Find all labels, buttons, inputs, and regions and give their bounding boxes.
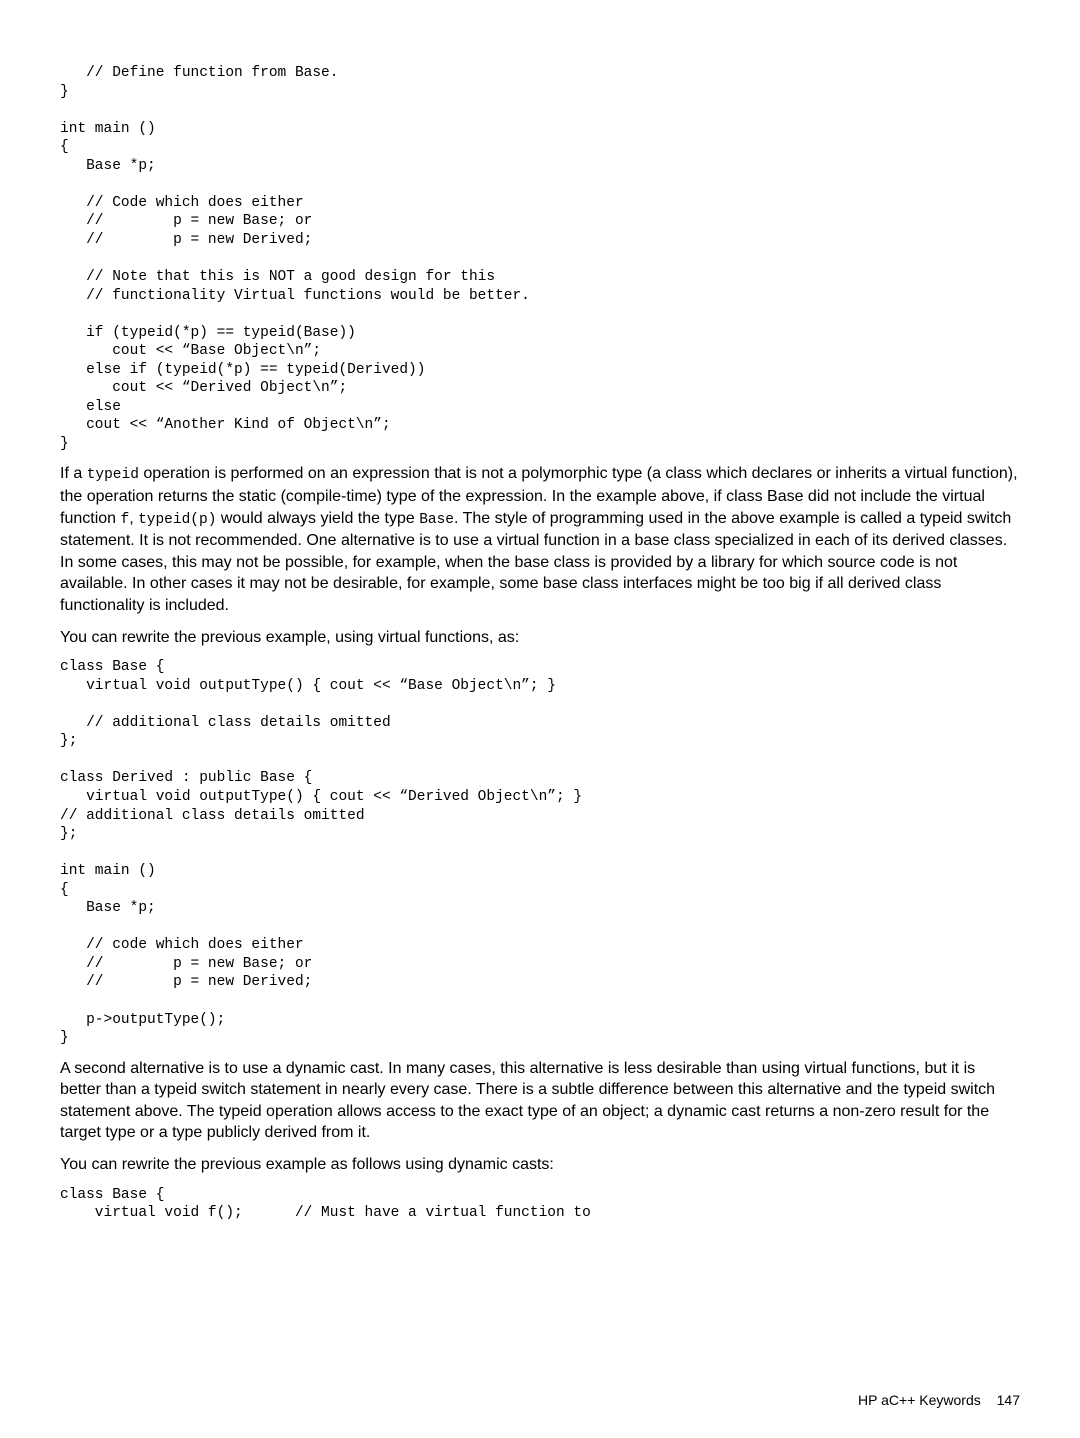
code-block-1: // Define function from Base. } int main… [60, 64, 1020, 453]
paragraph-typeid: If a typeid operation is performed on an… [60, 463, 1020, 616]
paragraph-dynamic-cast: A second alternative is to use a dynamic… [60, 1058, 1020, 1144]
inline-code-f: f [120, 512, 129, 528]
inline-code-typeid-p: typeid(p) [138, 512, 216, 528]
code-block-2: class Base { virtual void outputType() {… [60, 658, 1020, 1047]
inline-code-typeid: typeid [87, 467, 139, 483]
code-block-3: class Base { virtual void f(); // Must h… [60, 1186, 1020, 1223]
footer-page-number: 147 [997, 1392, 1020, 1408]
paragraph-rewrite-dynamic: You can rewrite the previous example as … [60, 1154, 1020, 1176]
page-footer: HP aC++ Keywords 147 [858, 1391, 1020, 1410]
text: would always yield the type [216, 510, 419, 527]
footer-title: HP aC++ Keywords [858, 1392, 981, 1408]
inline-code-base: Base [419, 512, 454, 528]
text: If a [60, 465, 87, 482]
paragraph-rewrite-virtual: You can rewrite the previous example, us… [60, 627, 1020, 649]
text: , [129, 510, 138, 527]
